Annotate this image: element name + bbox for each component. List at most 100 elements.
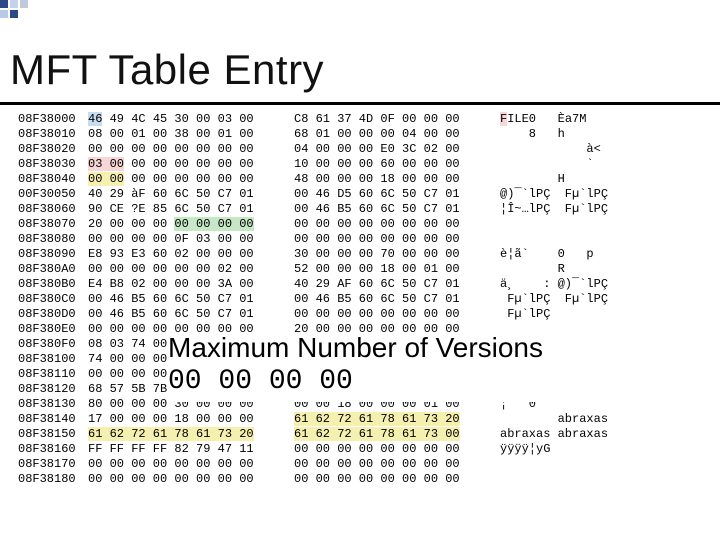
hex-ascii: Fµ`lPÇ Fµ`lPÇ xyxy=(500,292,660,307)
hex-bytes-2: 00 00 00 00 00 00 00 00 xyxy=(294,442,494,457)
hex-row: 08F3817000 00 00 00 00 00 00 0000 00 00 … xyxy=(18,457,660,472)
hex-address: 08F38120 xyxy=(18,382,88,397)
hex-address: 08F380F0 xyxy=(18,337,88,352)
hex-row: 08F380B0E4 B8 02 00 00 00 3A 00 40 29 AF … xyxy=(18,277,660,292)
hex-row: 08F3800046 49 4C 45 30 00 03 00 C8 61 37 … xyxy=(18,112,660,127)
hex-address: 08F38160 xyxy=(18,442,88,457)
hex-row: 08F380A000 00 00 00 00 00 02 00 52 00 00 … xyxy=(18,262,660,277)
hex-bytes-1: 90 CE ?E 85 6C 50 C7 01 xyxy=(88,202,288,217)
slide-title: MFT Table Entry xyxy=(10,46,324,94)
slide-title-wrap: MFT Table Entry xyxy=(10,46,324,94)
hex-bytes-1: 61 62 72 61 78 61 73 20 xyxy=(88,427,288,442)
hex-bytes-2: 30 00 00 00 70 00 00 00 xyxy=(294,247,494,262)
hex-bytes-2: 00 00 00 00 00 00 00 00 xyxy=(294,217,494,232)
hex-address: 08F38030 xyxy=(18,157,88,172)
hex-address: 08F380B0 xyxy=(18,277,88,292)
hex-row: 08F3801008 00 01 00 38 00 01 00 68 01 00 … xyxy=(18,127,660,142)
hex-ascii: FILE0 Èa7M xyxy=(500,112,660,127)
hex-bytes-2: 68 01 00 00 00 04 00 00 xyxy=(294,127,494,142)
hex-address: 08F38110 xyxy=(18,367,88,382)
hex-address: 08F38150 xyxy=(18,427,88,442)
hex-row: 08F3815061 62 72 61 78 61 73 20 61 62 72 … xyxy=(18,427,660,442)
hex-row: 08F3803003 00 00 00 00 00 00 00 10 00 00 … xyxy=(18,157,660,172)
hex-ascii: abraxas abraxas xyxy=(500,427,660,442)
hex-address: 08F380D0 xyxy=(18,307,88,322)
hex-row: 08F3806090 CE ?E 85 6C 50 C7 01 00 46 B5 … xyxy=(18,202,660,217)
callout-box: Maximum Number of Versions 00 00 00 00 xyxy=(168,332,708,402)
hex-bytes-1: 00 00 00 00 00 00 02 00 xyxy=(88,262,288,277)
hex-row: 08F3818000 00 00 00 00 00 00 0000 00 00 … xyxy=(18,472,660,487)
hex-ascii: abraxas xyxy=(500,412,660,427)
hex-bytes-2: 00 00 00 00 00 00 00 00 xyxy=(294,307,494,322)
hex-address: 08F38180 xyxy=(18,472,88,487)
hex-bytes-2: 40 29 AF 60 6C 50 C7 01 xyxy=(294,277,494,292)
callout-value: 00 00 00 00 xyxy=(168,366,708,397)
hex-ascii: à< xyxy=(500,142,660,157)
hex-bytes-1: 00 00 00 00 00 00 00 00 xyxy=(88,472,288,487)
hex-row: 08F3802000 00 00 00 00 00 00 00 04 00 00 … xyxy=(18,142,660,157)
hex-bytes-2: 48 00 00 00 18 00 00 00 xyxy=(294,172,494,187)
hex-row: 08F380D000 46 B5 60 6C 50 C7 01 00 00 00 … xyxy=(18,307,660,322)
hex-address: 00F30050 xyxy=(18,187,88,202)
hex-bytes-2: 00 00 00 00 00 00 00 00 xyxy=(294,457,494,472)
hex-row: 08F38160FF FF FF FF 82 79 47 11 00 00 00 … xyxy=(18,442,660,457)
hex-bytes-2: C8 61 37 4D 0F 00 00 00 xyxy=(294,112,494,127)
hex-ascii: 8 h xyxy=(500,127,660,142)
hex-row: 08F3814017 00 00 00 18 00 00 00 61 62 72 … xyxy=(18,412,660,427)
hex-address: 08F38070 xyxy=(18,217,88,232)
hex-bytes-1: 17 00 00 00 18 00 00 00 xyxy=(88,412,288,427)
callout-label: Maximum Number of Versions xyxy=(168,332,708,364)
hex-bytes-2: 00 46 D5 60 6C 50 C7 01 xyxy=(294,187,494,202)
hex-address: 08F38060 xyxy=(18,202,88,217)
hex-bytes-2: 61 62 72 61 78 61 73 00 xyxy=(294,427,494,442)
hex-address: 08F38170 xyxy=(18,457,88,472)
hex-ascii: @)¯`lPÇ Fµ`lPÇ xyxy=(500,187,660,202)
hex-ascii: H xyxy=(500,172,660,187)
hex-bytes-1: 00 46 B5 60 6C 50 C7 01 xyxy=(88,292,288,307)
hex-address: 08F38000 xyxy=(18,112,88,127)
hex-bytes-1: FF FF FF FF 82 79 47 11 xyxy=(88,442,288,457)
hex-address: 08F38010 xyxy=(18,127,88,142)
hex-bytes-1: E4 B8 02 00 00 00 3A 00 xyxy=(88,277,288,292)
hex-ascii: ` xyxy=(500,157,660,172)
hex-bytes-1: 46 49 4C 45 30 00 03 00 xyxy=(88,112,288,127)
hex-ascii: è¦ã` 0 p xyxy=(500,247,660,262)
hex-address: 08F38040 xyxy=(18,172,88,187)
hex-address: 08F38090 xyxy=(18,247,88,262)
hex-bytes-2: 10 00 00 00 60 00 00 00 xyxy=(294,157,494,172)
hex-bytes-1: 00 00 00 00 00 00 00 00 xyxy=(88,172,288,187)
hex-ascii: ¦Î~…lPÇ Fµ`lPÇ xyxy=(500,202,660,217)
hex-ascii: R xyxy=(500,262,660,277)
hex-bytes-1: 00 00 00 00 00 00 00 00 xyxy=(88,457,288,472)
hex-bytes-1: 03 00 00 00 00 00 00 00 xyxy=(88,157,288,172)
hex-bytes-2: 00 00 00 00 00 00 00 00 xyxy=(294,232,494,247)
hex-bytes-1: 00 00 00 00 00 00 00 00 xyxy=(88,142,288,157)
hex-address: 08F38020 xyxy=(18,142,88,157)
hex-ascii: Fµ`lPÇ xyxy=(500,307,660,322)
hex-row: 08F3804000 00 00 00 00 00 00 00 48 00 00 … xyxy=(18,172,660,187)
corner-decoration xyxy=(0,0,60,24)
hex-row: 00F3005040 29 àF 60 6C 50 C7 01 00 46 D5 … xyxy=(18,187,660,202)
hex-row: 08F3808000 00 00 00 0F 03 00 0000 00 00 … xyxy=(18,232,660,247)
hex-bytes-1: 00 00 00 00 0F 03 00 00 xyxy=(88,232,288,247)
hex-address: 08F380C0 xyxy=(18,292,88,307)
hex-bytes-1: 40 29 àF 60 6C 50 C7 01 xyxy=(88,187,288,202)
hex-row: 08F380C000 46 B5 60 6C 50 C7 0100 46 B5 … xyxy=(18,292,660,307)
hex-dump: 08F3800046 49 4C 45 30 00 03 00 C8 61 37 … xyxy=(18,112,660,487)
hex-ascii: ÿÿÿÿ¦yG xyxy=(500,442,660,457)
hex-bytes-1: E8 93 E3 60 02 00 00 00 xyxy=(88,247,288,262)
hex-address: 08F380A0 xyxy=(18,262,88,277)
hex-bytes-1: 20 00 00 00 00 00 00 00 xyxy=(88,217,288,232)
hex-address: 08F38130 xyxy=(18,397,88,412)
hex-bytes-1: 00 46 B5 60 6C 50 C7 01 xyxy=(88,307,288,322)
hex-row: 08F38090E8 93 E3 60 02 00 00 00 30 00 00 … xyxy=(18,247,660,262)
hex-address: 08F38100 xyxy=(18,352,88,367)
hex-bytes-1: 08 00 01 00 38 00 01 00 xyxy=(88,127,288,142)
hex-row: 08F3807020 00 00 00 00 00 00 00 00 00 00 … xyxy=(18,217,660,232)
hex-address: 08F38140 xyxy=(18,412,88,427)
hex-bytes-2: 00 46 B5 60 6C 50 C7 01 xyxy=(294,202,494,217)
hex-bytes-2: 04 00 00 00 E0 3C 02 00 xyxy=(294,142,494,157)
hex-bytes-2: 61 62 72 61 78 61 73 20 xyxy=(294,412,494,427)
hex-address: 08F380E0 xyxy=(18,322,88,337)
hex-bytes-2: 52 00 00 00 18 00 01 00 xyxy=(294,262,494,277)
